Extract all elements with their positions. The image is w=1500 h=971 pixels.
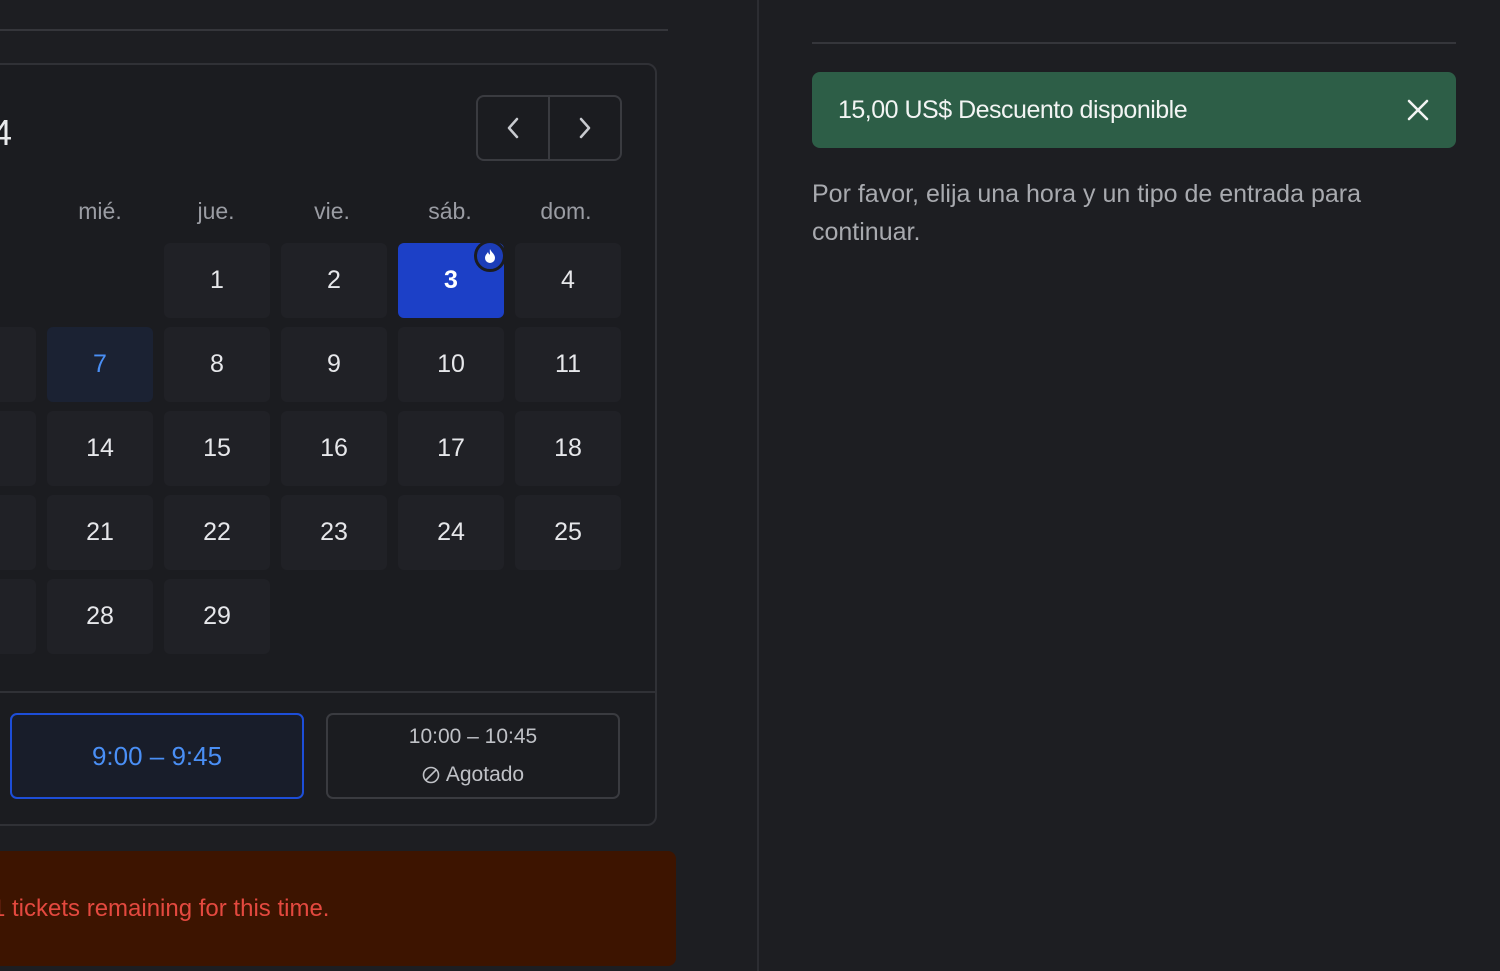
calendar-day[interactable]: 16 bbox=[281, 411, 387, 486]
sold-out-label: Agotado bbox=[445, 763, 525, 786]
calendar-day[interactable] bbox=[0, 495, 36, 570]
close-discount-button[interactable] bbox=[1406, 98, 1430, 122]
divider bbox=[812, 42, 1456, 44]
calendar-day[interactable]: 21 bbox=[47, 495, 153, 570]
weekday-label-sat: sáb. bbox=[428, 198, 472, 224]
close-icon bbox=[1407, 99, 1429, 121]
calendar-day[interactable]: 17 bbox=[398, 411, 504, 486]
chevron-left-icon bbox=[507, 117, 519, 139]
calendar-day[interactable]: 11 bbox=[515, 327, 621, 402]
calendar-day[interactable]: 4 bbox=[515, 243, 621, 318]
divider bbox=[0, 691, 657, 693]
calendar-day[interactable] bbox=[0, 579, 36, 654]
fire-badge bbox=[474, 240, 506, 272]
previous-month-button[interactable] bbox=[478, 97, 548, 159]
time-slot-button-selected[interactable]: 9:00 – 9:45 bbox=[10, 713, 304, 799]
weekday-label-tue: r. bbox=[0, 198, 46, 225]
fire-icon bbox=[485, 249, 495, 263]
weekday-label-sun: dom. bbox=[540, 198, 592, 224]
chevron-right-icon bbox=[579, 117, 591, 139]
instruction-text: Por favor, elija una hora y un tipo de e… bbox=[812, 180, 1361, 246]
month-navigation bbox=[476, 95, 622, 161]
weekday-label-wed: mié. bbox=[78, 198, 122, 224]
time-slot-label: 9:00 – 9:45 bbox=[91, 740, 223, 771]
calendar-day-today[interactable]: 7 bbox=[47, 327, 153, 402]
calendar-day[interactable]: 29 bbox=[164, 579, 270, 654]
pane-divider bbox=[757, 0, 759, 971]
calendar-day[interactable]: 8 bbox=[164, 327, 270, 402]
alert-text: 1 tickets remaining for this time. bbox=[0, 894, 330, 922]
calendar-day[interactable]: 25 bbox=[515, 495, 621, 570]
calendar-day-number: 3 bbox=[444, 266, 458, 294]
calendar-day[interactable]: 18 bbox=[515, 411, 621, 486]
calendar-day[interactable]: 28 bbox=[47, 579, 153, 654]
calendar-day[interactable] bbox=[0, 327, 36, 402]
sold-out-status: Agotado bbox=[422, 756, 524, 794]
month-title: 24 bbox=[0, 112, 13, 153]
calendar-day[interactable]: 9 bbox=[281, 327, 387, 402]
calendar-day[interactable]: 10 bbox=[398, 327, 504, 402]
calendar-day[interactable]: 2 bbox=[281, 243, 387, 318]
calendar-day[interactable]: 22 bbox=[164, 495, 270, 570]
calendar-day[interactable]: 15 bbox=[164, 411, 270, 486]
weekday-label-fri: vie. bbox=[314, 198, 350, 224]
calendar-day[interactable]: 14 bbox=[47, 411, 153, 486]
time-slot-label: 10:00 – 10:45 bbox=[408, 725, 538, 748]
calendar-day-selected[interactable]: 3 bbox=[398, 240, 506, 318]
next-month-button[interactable] bbox=[548, 97, 620, 159]
discount-banner: 15,00 US$ Descuento disponible bbox=[812, 72, 1456, 148]
weekday-label-thu: jue. bbox=[197, 198, 235, 224]
tickets-remaining-alert: 1 tickets remaining for this time. bbox=[0, 851, 676, 966]
discount-text: 15,00 US$ Descuento disponible bbox=[838, 95, 1188, 124]
divider bbox=[0, 29, 668, 31]
calendar-day[interactable] bbox=[0, 411, 36, 486]
calendar-day[interactable]: 24 bbox=[398, 495, 504, 570]
no-entry-icon bbox=[422, 766, 440, 784]
calendar-day[interactable]: 23 bbox=[281, 495, 387, 570]
calendar-day[interactable]: 1 bbox=[164, 243, 270, 318]
time-slot-button-sold-out[interactable]: 10:00 – 10:45 Agotado bbox=[326, 713, 620, 799]
